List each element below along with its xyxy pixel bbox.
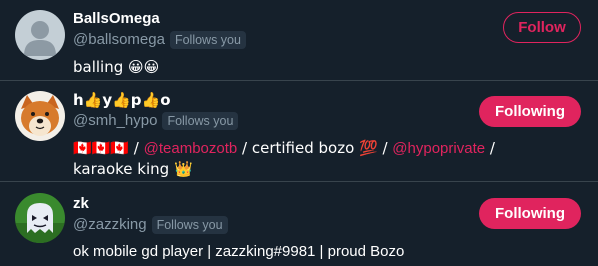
follows-you-badge: Follows you — [162, 112, 239, 130]
bio-text: / certified bozo 💯 / — [237, 139, 393, 157]
user-cell[interactable]: h👍y👍p👍o @smh_hypo Follows you 🇨🇦🇨🇦🇨🇦 / @… — [0, 81, 598, 182]
follows-you-badge: Follows you — [151, 216, 228, 234]
user-cell[interactable]: BallsOmega @ballsomega Follows you balli… — [0, 0, 598, 81]
username[interactable]: @ballsomega — [73, 30, 165, 50]
bio: ok mobile gd player | zazzking#9981 | pr… — [73, 242, 533, 262]
bio-mention-link[interactable]: @hypoprivate — [392, 140, 485, 157]
user-info: zk @zazzking Follows you ok mobile gd pl… — [73, 194, 458, 262]
username[interactable]: @zazzking — [73, 215, 147, 235]
following-button[interactable]: Following — [479, 198, 581, 229]
user-list: BallsOmega @ballsomega Follows you balli… — [0, 0, 598, 266]
bio-flags: 🇨🇦🇨🇦🇨🇦 / — [73, 139, 144, 157]
user-cell[interactable]: zk @zazzking Follows you ok mobile gd pl… — [0, 182, 598, 266]
ghost-avatar-icon — [15, 193, 65, 243]
bio-text: balling 😀😀 — [73, 58, 160, 76]
bio-mention-link[interactable]: @teambozotb — [144, 140, 238, 157]
follow-button[interactable]: Follow — [503, 12, 581, 43]
user-info: BallsOmega @ballsomega Follows you balli… — [73, 9, 458, 78]
bio-text: ok mobile gd player | zazzking#9981 | pr… — [73, 243, 405, 260]
avatar[interactable] — [15, 91, 65, 141]
default-avatar-icon — [15, 10, 65, 60]
bio: balling 😀😀 — [73, 57, 533, 78]
follows-you-badge: Follows you — [169, 31, 246, 49]
display-name[interactable]: BallsOmega — [73, 9, 458, 29]
username[interactable]: @smh_hypo — [73, 111, 157, 131]
avatar[interactable] — [15, 10, 65, 60]
dog-avatar-icon — [15, 91, 65, 141]
display-name[interactable]: h👍y👍p👍o — [73, 90, 458, 110]
display-name[interactable]: zk — [73, 194, 458, 214]
user-info: h👍y👍p👍o @smh_hypo Follows you 🇨🇦🇨🇦🇨🇦 / @… — [73, 90, 495, 180]
bio: 🇨🇦🇨🇦🇨🇦 / @teambozotb / certified bozo 💯 … — [73, 138, 533, 180]
avatar[interactable] — [15, 193, 65, 243]
following-button[interactable]: Following — [479, 96, 581, 127]
